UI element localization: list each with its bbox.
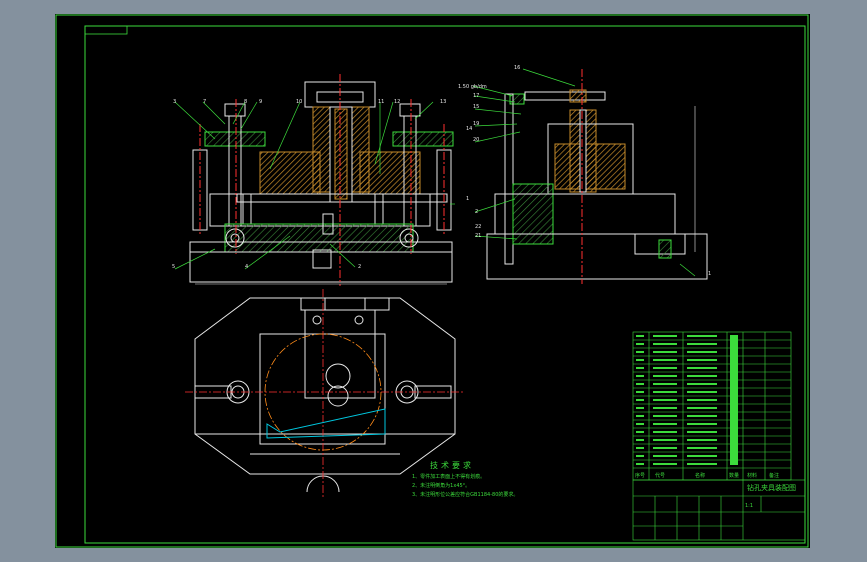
parts-list-table [632,331,806,541]
table-header-note: 备注 [769,472,779,479]
tech-requirement-2: 2、未注明倒角为1x45°。 [412,483,471,489]
tech-requirement-1: 1、零件加工表面上不得有划痕。 [412,474,486,480]
table-text-marks [636,335,738,465]
tolerance-note: 1.50 gb/dm [458,84,487,90]
drawing-scale: 1:1 [745,503,753,509]
tech-requirement-3: 3、未注明形位公差应符合GB1184-80的要求。 [412,492,519,498]
tech-requirements-title: 技术要求 [430,461,474,470]
side-view [486,69,708,284]
table-header-code: 代号 [655,472,665,479]
drawing-name: 钻孔夹具装配图 [747,483,796,492]
front-view [189,74,454,286]
table-header-qty: 数量 [729,472,739,479]
technical-requirements: 技术要求 1、零件加工表面上不得有划痕。 2、未注明倒角为1x45°。 3、未注… [412,460,642,500]
table-header-material: 材料 [747,472,757,479]
table-header-name: 名称 [695,472,705,479]
code-box [84,25,128,35]
